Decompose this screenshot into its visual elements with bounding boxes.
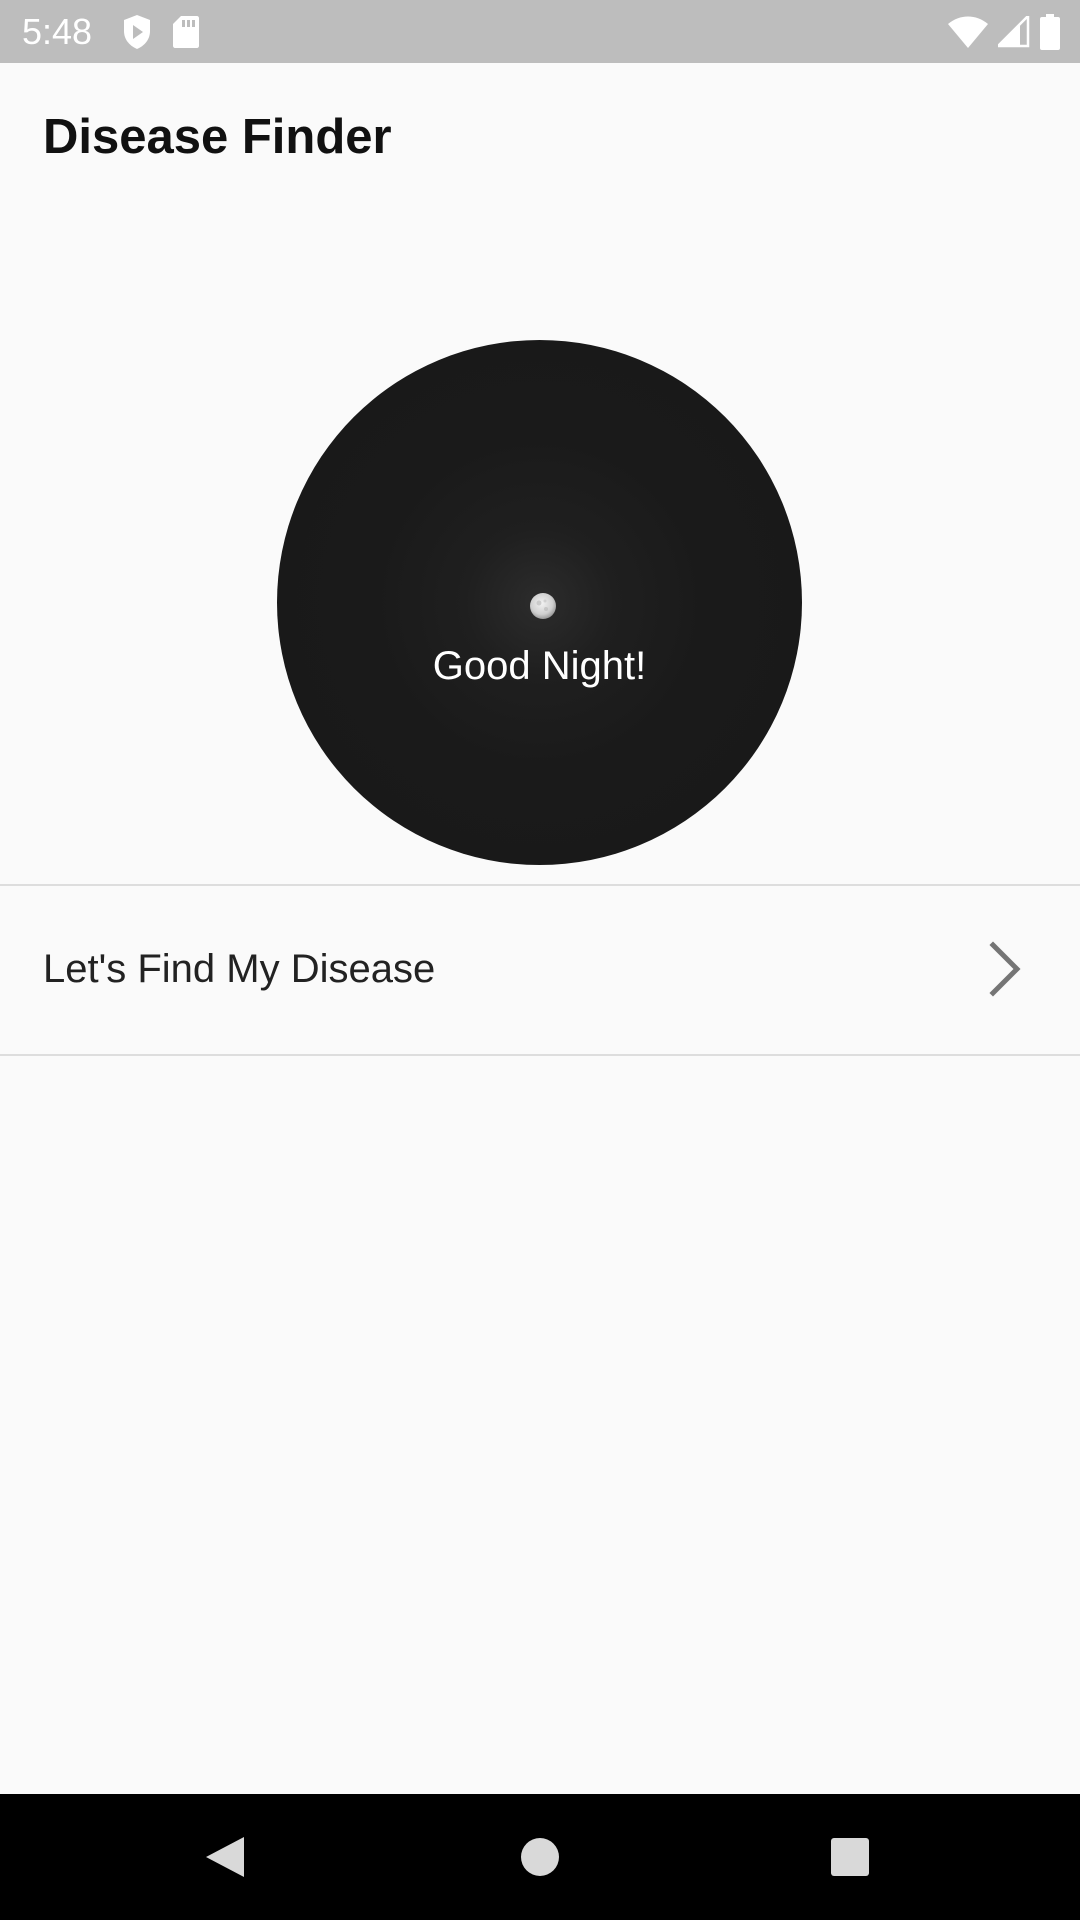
moon-icon: [529, 592, 557, 620]
wifi-icon: [948, 16, 988, 48]
find-disease-label: Let's Find My Disease: [43, 947, 436, 991]
back-icon[interactable]: [196, 1827, 256, 1887]
recents-icon[interactable]: [820, 1827, 880, 1887]
chevron-right-icon: [985, 941, 1025, 997]
status-left-icons: [122, 13, 200, 51]
status-right-icons: [948, 12, 1060, 52]
greeting-text: Good Night!: [432, 644, 647, 688]
home-icon[interactable]: [510, 1827, 570, 1887]
shield-play-icon: [122, 14, 152, 50]
divider: [0, 1054, 1080, 1056]
sd-card-icon: [172, 15, 200, 49]
system-nav-bar: [0, 1794, 1080, 1920]
cell-signal-icon: [998, 16, 1030, 48]
page-title: Disease Finder: [43, 110, 392, 164]
battery-icon: [1040, 14, 1060, 50]
find-disease-list-item[interactable]: Let's Find My Disease: [0, 886, 1080, 1054]
status-bar: 5:48: [0, 0, 1080, 63]
status-time: 5:48: [22, 11, 93, 52]
greeting-card: Good Night!: [277, 340, 802, 865]
